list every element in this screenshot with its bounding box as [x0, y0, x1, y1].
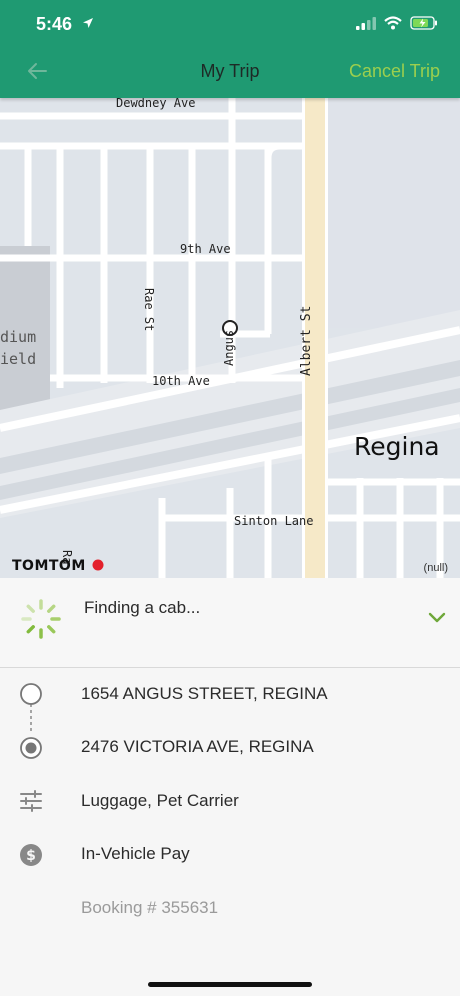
pickup-circle-icon [20, 683, 42, 705]
home-indicator[interactable] [148, 982, 312, 987]
svg-text:$: $ [26, 848, 36, 864]
app-header: 5:46 My Trip Cancel Trip [0, 0, 460, 98]
trip-extras: Luggage, Pet Carrier [81, 791, 239, 810]
tomtom-hand-icon [92, 559, 104, 571]
street-label-sinton-lane: Sinton Lane [234, 514, 314, 528]
map-label-stadium-a: dium [0, 328, 37, 346]
tomtom-wordmark: TOMTOM [12, 558, 86, 574]
trip-map[interactable]: Dewdney Ave 9th Ave 10th Ave Rae St Angu… [0, 98, 460, 578]
pickup-address: 1654 ANGUS STREET, REGINA [81, 684, 328, 703]
battery-icon [410, 16, 437, 30]
street-label-albert-st: Albert St [299, 305, 314, 376]
dollar-icon: $ [20, 844, 42, 866]
trip-status-text: Finding a cab... [84, 598, 201, 617]
booking-number: Booking # 355631 [81, 898, 219, 917]
options-sliders-icon [20, 790, 42, 812]
dropoff-address: 2476 VICTORIA AVE, REGINA [81, 737, 314, 756]
tomtom-logo: TOMTOM [12, 558, 105, 574]
status-time: 5:46 [36, 14, 73, 34]
cancel-trip-button[interactable]: Cancel Trip [349, 61, 440, 82]
street-label-9th-ave: 9th Ave [180, 242, 231, 256]
loading-spinner-icon [21, 599, 61, 639]
location-arrow-icon [83, 18, 93, 28]
street-label-10th-ave: 10th Ave [152, 374, 210, 388]
signal-icon [356, 17, 376, 30]
street-label-angus: Angus [222, 329, 236, 366]
street-label-dewdney: Dewdney Ave [116, 98, 196, 110]
dropoff-circle-icon [20, 737, 42, 759]
map-label-stadium-b: ield [0, 350, 37, 368]
chevron-down-icon[interactable] [428, 612, 446, 624]
map-null-label: (null) [423, 562, 448, 574]
payment-method: In-Vehicle Pay [81, 844, 190, 863]
trip-status-panel[interactable] [0, 578, 460, 668]
map-city-label: Regina [354, 432, 440, 461]
street-label-rae-st: Rae St [142, 288, 156, 332]
status-icons [356, 16, 438, 30]
wifi-icon [384, 16, 402, 30]
